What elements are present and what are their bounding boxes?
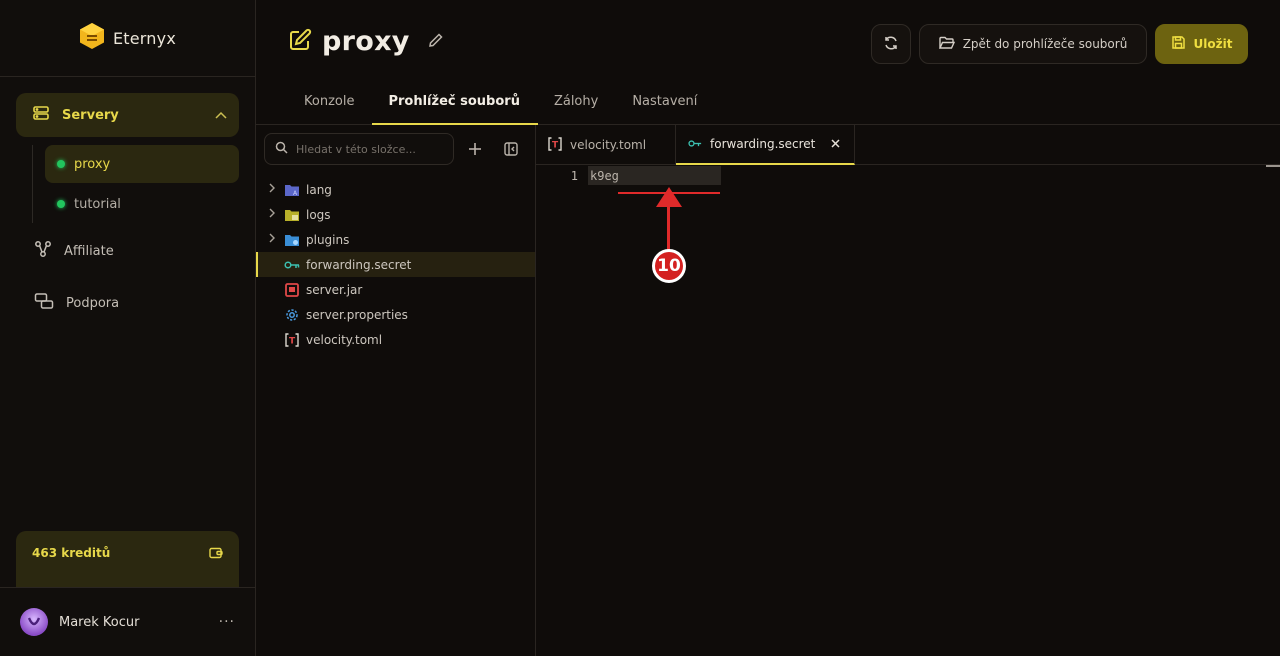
svg-text:T: T bbox=[552, 140, 559, 150]
user-name: Marek Kocur bbox=[59, 614, 140, 630]
line-content[interactable]: k9eg bbox=[588, 167, 621, 184]
svg-text:T: T bbox=[289, 336, 296, 346]
tab-settings[interactable]: Nastavení bbox=[616, 80, 715, 125]
server-icon bbox=[32, 104, 50, 126]
tree-item-logs[interactable]: logs bbox=[256, 202, 535, 227]
sidebar-item-affiliate[interactable]: Affiliate bbox=[16, 225, 239, 277]
tree-item-label: lang bbox=[306, 182, 332, 197]
tab-backups[interactable]: Zálohy bbox=[538, 80, 616, 125]
editor-tab-velocity-toml[interactable]: T velocity.toml bbox=[536, 125, 676, 165]
tree-item-forwarding-secret[interactable]: forwarding.secret bbox=[256, 252, 535, 277]
user-profile[interactable]: Marek Kocur ··· bbox=[0, 587, 255, 656]
online-status-dot bbox=[57, 200, 65, 208]
tab-file-browser[interactable]: Prohlížeč souborů bbox=[372, 80, 539, 125]
tree-item-server-properties[interactable]: server.properties bbox=[256, 302, 535, 327]
tree-item-label: plugins bbox=[306, 232, 350, 247]
wallet-icon[interactable] bbox=[209, 546, 223, 587]
search-input[interactable] bbox=[296, 142, 446, 156]
tab-konzole[interactable]: Konzole bbox=[288, 80, 372, 125]
toml-file-icon: T bbox=[548, 136, 562, 154]
jar-file-icon bbox=[284, 282, 300, 298]
sidebar-item-label: Podpora bbox=[66, 295, 120, 311]
add-file-icon[interactable] bbox=[466, 140, 484, 158]
folder-search bbox=[264, 133, 454, 165]
save-button-label: Uložit bbox=[1193, 37, 1233, 51]
scrollbar-marker[interactable] bbox=[1266, 165, 1280, 167]
refresh-button[interactable] bbox=[871, 24, 911, 64]
editor-tab-label: forwarding.secret bbox=[710, 137, 816, 151]
toml-file-icon: T bbox=[284, 332, 300, 348]
annotation-step-badge: 10 bbox=[652, 249, 686, 283]
sidebar-group-servers[interactable]: Servery bbox=[16, 93, 239, 137]
sidebar-item-proxy[interactable]: proxy bbox=[45, 145, 239, 183]
file-tree: A lang logs plugins forwarding.secret se… bbox=[256, 177, 535, 352]
sidebar-nav: Servery proxy tutorial Affiliate Podpora bbox=[0, 77, 255, 329]
editor-tabs: T velocity.toml forwarding.secret bbox=[536, 125, 1280, 165]
back-to-file-browser-button[interactable]: Zpět do prohlížeče souborů bbox=[919, 24, 1147, 64]
brand[interactable]: Eternyx bbox=[0, 0, 255, 77]
title-row: proxy bbox=[288, 26, 444, 57]
tree-item-label: server.properties bbox=[306, 307, 408, 322]
tree-item-label: forwarding.secret bbox=[306, 257, 412, 272]
folder-lang-icon: A bbox=[284, 182, 300, 198]
save-button[interactable]: Uložit bbox=[1155, 24, 1248, 64]
sidebar-group-label: Servery bbox=[62, 107, 119, 123]
folder-open-icon bbox=[938, 36, 955, 53]
folder-logs-icon bbox=[284, 207, 300, 223]
file-browser-panel: A lang logs plugins bbox=[256, 125, 536, 656]
eternyx-logo-icon bbox=[79, 22, 105, 54]
chevron-right-icon[interactable] bbox=[266, 183, 278, 196]
editor-tab-label: velocity.toml bbox=[570, 138, 647, 152]
annotation-arrow bbox=[667, 202, 670, 250]
more-options-icon[interactable]: ··· bbox=[219, 614, 235, 630]
server-label: proxy bbox=[74, 156, 111, 172]
refresh-icon bbox=[883, 35, 899, 54]
folder-plugins-icon bbox=[284, 232, 300, 248]
page-header: proxy Zpět do prohlížeče souborů Uložit … bbox=[256, 0, 1280, 125]
tree-item-label: server.jar bbox=[306, 282, 363, 297]
chevron-right-icon[interactable] bbox=[266, 233, 278, 246]
header-actions: Zpět do prohlížeče souborů Uložit bbox=[871, 24, 1248, 64]
collapse-panel-icon[interactable] bbox=[502, 140, 520, 158]
credits-card[interactable]: 463 kreditů bbox=[16, 531, 239, 587]
close-icon[interactable] bbox=[831, 137, 840, 151]
key-icon bbox=[284, 257, 300, 273]
rename-pencil-icon[interactable] bbox=[428, 32, 444, 52]
brand-name: Eternyx bbox=[112, 28, 176, 48]
affiliate-icon bbox=[34, 240, 52, 262]
tree-item-server-jar[interactable]: server.jar bbox=[256, 277, 535, 302]
key-icon bbox=[688, 137, 702, 151]
tree-item-label: logs bbox=[306, 207, 331, 222]
sidebar-item-label: Affiliate bbox=[64, 243, 114, 259]
server-list: proxy tutorial bbox=[32, 145, 239, 223]
code-line[interactable]: 1 k9eg bbox=[536, 166, 1280, 185]
tree-item-lang[interactable]: A lang bbox=[256, 177, 535, 202]
save-icon bbox=[1171, 35, 1186, 53]
server-label: tutorial bbox=[74, 196, 121, 212]
sidebar-item-podpora[interactable]: Podpora bbox=[16, 277, 239, 329]
page-title: proxy bbox=[322, 26, 410, 57]
avatar bbox=[20, 608, 48, 636]
tree-item-plugins[interactable]: plugins bbox=[256, 227, 535, 252]
code-editor: T velocity.toml forwarding.secret 1 k9eg bbox=[536, 125, 1280, 656]
support-icon bbox=[34, 292, 54, 314]
line-number: 1 bbox=[570, 168, 578, 183]
sidebar-item-tutorial[interactable]: tutorial bbox=[45, 185, 239, 223]
chevron-right-icon[interactable] bbox=[266, 208, 278, 221]
gear-icon bbox=[284, 307, 300, 323]
online-status-dot bbox=[57, 160, 65, 168]
tree-item-label: velocity.toml bbox=[306, 332, 383, 347]
editor-tab-forwarding-secret[interactable]: forwarding.secret bbox=[676, 125, 856, 165]
back-button-label: Zpět do prohlížeče souborů bbox=[962, 37, 1128, 51]
sidebar: Eternyx Servery proxy tutorial Affiliate… bbox=[0, 0, 256, 656]
chevron-up-icon bbox=[215, 109, 227, 122]
credits-label: 463 kreditů bbox=[32, 546, 111, 560]
edit-document-icon bbox=[288, 28, 312, 56]
search-icon bbox=[275, 141, 288, 158]
tree-item-velocity-toml[interactable]: T velocity.toml bbox=[256, 327, 535, 352]
server-tabs: Konzole Prohlížeč souborů Zálohy Nastave… bbox=[288, 80, 715, 125]
